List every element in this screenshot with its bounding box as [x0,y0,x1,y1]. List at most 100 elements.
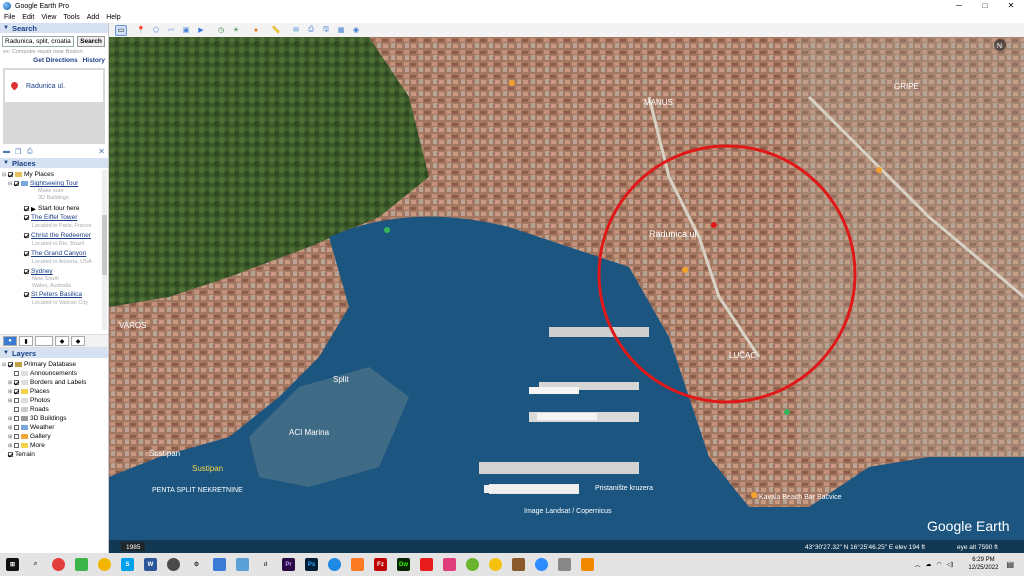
places-item[interactable]: ⊟ My Places [2,170,108,179]
xampp-icon[interactable] [351,558,364,571]
map-label-gripe: GRIPE [894,82,919,91]
menu-file[interactable]: File [4,14,15,21]
planet-icon[interactable]: ● [250,25,262,36]
history-link[interactable]: History [83,57,105,64]
print-results-icon[interactable]: ⎙ [27,148,35,155]
minimize-button[interactable]: ─ [946,0,972,12]
zoom-icon[interactable] [535,558,548,571]
satellite-imagery[interactable]: Radunica ul. MANUS GRIPE VAROS LUČAC Spl… [109,37,1024,553]
search-input[interactable] [2,36,74,47]
notification-icon[interactable]: ▤ [1006,560,1014,569]
menu-view[interactable]: View [41,14,56,21]
view-toggle-icon[interactable]: ▮ [19,336,33,346]
stocks-icon[interactable]: ıl [259,558,272,571]
places-item[interactable]: The Eiffel Tower [2,213,108,222]
layers-header[interactable]: ▼ Layers [0,348,108,358]
folder-icon[interactable]: ▬ [3,148,11,155]
tray-chevron-icon[interactable]: ︿ [915,560,921,569]
map-view[interactable]: Radunica ul. MANUS GRIPE VAROS LUČAC Spl… [109,37,1024,553]
photos-icon[interactable] [236,558,249,571]
explorer-icon[interactable] [213,558,226,571]
layer-item[interactable]: ⊞ Photos [2,396,108,405]
search-result-item[interactable]: Radunica ul. [5,70,103,102]
image-credit: Image Landsat / Copernicus [524,508,612,515]
app-icon[interactable] [443,558,456,571]
filezilla-icon[interactable]: Fz [374,558,387,571]
dreamweaver-icon[interactable]: Dw [397,558,410,571]
polygon-icon[interactable]: ⬠ [150,25,162,36]
placemark-icon[interactable]: 📍 [135,25,147,36]
layer-item[interactable]: ⊞ 3D Buildings [2,414,108,423]
menu-add[interactable]: Add [87,14,99,21]
ruler-icon[interactable]: 📏 [270,25,282,36]
cloud-icon[interactable]: ☁ [926,561,932,568]
places-item[interactable]: ▶ Start tour here [2,204,108,213]
layer-item[interactable]: ⊞ More [2,441,108,450]
files-icon[interactable] [75,558,88,571]
path-icon[interactable]: 〰 [165,25,177,36]
close-results-icon[interactable]: ✕ [98,147,105,156]
layer-item[interactable]: ⊞ Places [2,387,108,396]
volume-icon[interactable]: ◁) [947,561,954,568]
record-tour-icon[interactable]: ▶ [195,25,207,36]
layer-item[interactable]: Terrain [2,450,108,459]
docs-icon[interactable] [558,558,571,571]
places-scrollbar[interactable] [102,170,107,330]
layer-item[interactable]: ⊞ Borders and Labels [2,378,108,387]
move-up-icon[interactable]: ◆ [55,336,69,346]
skype-icon[interactable]: S [121,558,134,571]
copy-icon[interactable]: ❐ [15,148,23,156]
close-button[interactable]: ✕ [998,0,1024,12]
print-icon[interactable]: ⎙ [305,25,317,36]
get-directions-link[interactable]: Get Directions [33,57,77,64]
photoshop-icon[interactable]: Ps [305,558,318,571]
kml-icon[interactable]: ◉ [350,25,362,36]
search-taskbar-icon[interactable]: ⌕ [29,558,42,571]
search-places-icon[interactable]: ● [3,336,17,346]
word-icon[interactable]: W [144,558,157,571]
premiere-icon[interactable]: Pr [282,558,295,571]
sunlight-icon[interactable]: ☀ [230,25,242,36]
places-item[interactable]: St Peters Basilica [2,290,108,299]
layer-item[interactable]: ⊞ Gallery [2,432,108,441]
sidebar-icon[interactable]: ▭ [115,24,127,36]
search-hint: ex: Computer repair near Boston [3,49,83,55]
image-overlay-icon[interactable]: ▣ [180,25,192,36]
maximize-button[interactable]: □ [972,0,998,12]
places-header[interactable]: ▼ Places [0,158,108,168]
chrome-alt-icon[interactable] [98,558,111,571]
acrobat-icon[interactable] [420,558,433,571]
email-icon[interactable]: ✉ [290,25,302,36]
game-icon[interactable] [466,558,479,571]
layer-item[interactable]: Roads [2,405,108,414]
settings-icon[interactable]: ⚙ [190,558,203,571]
app2-icon[interactable] [512,558,525,571]
search-button[interactable]: Search [77,36,105,47]
menu-edit[interactable]: Edit [22,14,34,21]
places-item[interactable]: Sydney [2,267,108,276]
blank-button[interactable] [35,336,53,346]
maps-icon[interactable]: ▦ [335,25,347,36]
taskbar: ⊞ ⌕ S W ⚙ ıl Pr Ps Fz Dw ︿ ☁ ◠ ◁) 6:29 P… [0,553,1024,576]
layer-item[interactable]: ⊞ Weather [2,423,108,432]
layer-item[interactable]: Announcements [2,369,108,378]
places-item[interactable]: ⊟ Sightseeing Tour [2,179,108,188]
wifi-icon[interactable]: ◠ [937,561,942,568]
clock[interactable]: 6:29 PM 12/25/2022 [968,556,998,572]
yellow-app-icon[interactable] [489,558,502,571]
menu-tools[interactable]: Tools [63,14,79,21]
historical-imagery-icon[interactable]: ◷ [215,25,227,36]
compass-icon[interactable]: N [994,39,1006,51]
start-icon[interactable]: ⊞ [6,558,19,571]
globe-icon[interactable] [328,558,341,571]
menu-help[interactable]: Help [106,14,120,21]
google-earth-taskbar-icon[interactable] [167,558,180,571]
move-down-icon[interactable]: ◆ [71,336,85,346]
places-item[interactable]: The Grand Canyon [2,249,108,258]
save-image-icon[interactable]: 🖫 [320,25,332,36]
places-item[interactable]: Christ the Redeemer [2,231,108,240]
layer-item[interactable]: ⊟ Primary Database [2,360,108,369]
vlc-icon[interactable] [581,558,594,571]
search-header[interactable]: ▼ Search [0,23,108,33]
chrome-icon[interactable] [52,558,65,571]
